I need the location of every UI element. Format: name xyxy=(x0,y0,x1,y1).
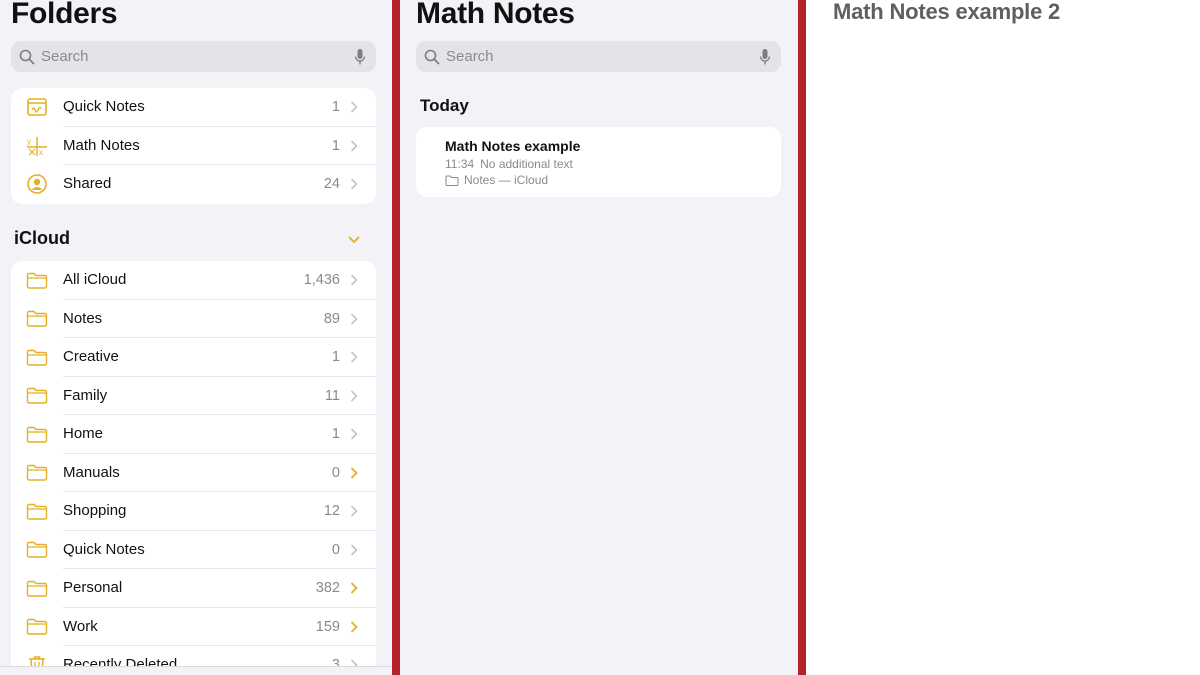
folder-count: 24 xyxy=(323,176,340,193)
folder-label: Creative xyxy=(63,338,376,377)
chevron-right-icon xyxy=(350,428,358,440)
folder-count: 1,436 xyxy=(303,272,340,289)
note-location-label: Notes — iCloud xyxy=(464,173,549,187)
notes-search-input[interactable]: Search xyxy=(416,41,781,72)
notes-list-pane: Math Notes Search Today Math Notes examp… xyxy=(400,0,798,675)
svg-text:x: x xyxy=(39,148,43,157)
folder-row-creative[interactable]: Creative 1 xyxy=(11,338,376,377)
folder-count: 1 xyxy=(331,137,340,154)
folder-icon xyxy=(26,503,48,520)
folder-icon xyxy=(26,311,48,327)
folder-row-math-notes[interactable]: y x Math Notes 1 xyxy=(11,127,376,165)
folder-count: 1 xyxy=(331,349,340,366)
quick-notes-icon xyxy=(27,98,47,117)
chevron-right-icon[interactable] xyxy=(350,620,358,633)
folder-icon xyxy=(26,349,48,366)
folder-icon xyxy=(26,580,48,597)
folder-icon xyxy=(26,388,48,404)
folders-search-placeholder: Search xyxy=(41,48,89,65)
folder-count: 159 xyxy=(315,618,340,635)
notes-section-header: Today xyxy=(420,96,469,115)
folder-row-home[interactable]: Home 1 xyxy=(11,415,376,454)
note-list-item[interactable]: Math Notes example 11:34 No additional te… xyxy=(416,127,781,197)
folder-label: Manuals xyxy=(63,454,376,492)
folder-count: 12 xyxy=(323,503,340,520)
chevron-right-icon xyxy=(350,139,358,152)
folder-label: Home xyxy=(63,415,376,454)
pane-divider-left xyxy=(392,0,400,675)
icloud-section-header[interactable]: iCloud xyxy=(14,228,70,249)
smart-folders-list: Quick Notes 1 y x Math Notes 1 Shared 24 xyxy=(11,88,376,204)
note-meta: 11:34 No additional text xyxy=(445,157,573,171)
folder-count: 382 xyxy=(315,580,340,597)
note-editor-pane[interactable]: Math Notes example 2 xyxy=(806,0,1200,675)
chevron-right-icon xyxy=(350,351,358,363)
note-location: Notes — iCloud xyxy=(445,173,548,187)
sidebar-bottom-toolbar xyxy=(0,666,392,675)
folder-count: 11 xyxy=(324,387,340,404)
chevron-right-icon xyxy=(350,389,358,402)
icloud-folders-list: All iCloud 1,436 Notes 89 Creative 1 Fam… xyxy=(11,261,376,675)
folder-icon xyxy=(26,542,48,558)
folder-label: Quick Notes xyxy=(63,531,376,569)
folder-icon xyxy=(26,272,48,289)
microphone-icon[interactable] xyxy=(354,48,366,66)
shared-person-icon xyxy=(27,174,47,195)
folder-icon xyxy=(445,175,459,186)
folder-row-manuals[interactable]: Manuals 0 xyxy=(11,454,376,492)
folder-count: 0 xyxy=(331,464,340,481)
folders-title: Folders xyxy=(11,0,118,30)
chevron-right-icon xyxy=(350,543,358,556)
folder-icon xyxy=(26,465,48,481)
folder-count: 0 xyxy=(331,541,340,558)
folder-row-shared[interactable]: Shared 24 xyxy=(11,165,376,204)
notes-list-title: Math Notes xyxy=(416,0,575,30)
folder-icon xyxy=(26,619,48,635)
folder-row-shopping[interactable]: Shopping 12 xyxy=(11,492,376,531)
svg-text:y: y xyxy=(27,137,31,146)
folder-row-quick-notes[interactable]: Quick Notes 1 xyxy=(11,88,376,127)
note-editor-title[interactable]: Math Notes example 2 xyxy=(833,0,1060,25)
folder-count: 89 xyxy=(323,310,340,327)
search-icon xyxy=(424,49,440,64)
chevron-down-icon[interactable] xyxy=(347,235,361,245)
note-title: Math Notes example xyxy=(445,138,581,154)
chevron-right-icon xyxy=(350,274,358,286)
chevron-right-icon[interactable] xyxy=(350,466,358,479)
pane-divider-right xyxy=(798,0,806,675)
folder-row-all-icloud[interactable]: All iCloud 1,436 xyxy=(11,261,376,300)
folder-count: 1 xyxy=(331,99,340,116)
chevron-right-icon[interactable] xyxy=(350,582,358,594)
math-notes-icon: y x xyxy=(27,136,47,157)
chevron-right-icon xyxy=(350,505,358,517)
folder-count: 1 xyxy=(331,426,340,443)
folder-row-personal[interactable]: Personal 382 xyxy=(11,569,376,608)
folder-row-work[interactable]: Work 159 xyxy=(11,608,376,646)
folder-row-notes[interactable]: Notes 89 xyxy=(11,300,376,338)
chevron-right-icon xyxy=(350,101,358,113)
folders-search-input[interactable]: Search xyxy=(11,41,376,72)
folder-label: Quick Notes xyxy=(63,88,376,127)
notes-search-placeholder: Search xyxy=(446,48,494,65)
folder-label: Math Notes xyxy=(63,127,376,165)
note-time: 11:34 xyxy=(445,157,475,171)
folder-icon xyxy=(26,426,48,443)
folder-row-family[interactable]: Family 11 xyxy=(11,377,376,415)
search-icon xyxy=(19,49,35,64)
chevron-right-icon xyxy=(350,178,358,190)
note-preview: No additional text xyxy=(480,157,573,171)
folder-row-quick-notes-folder[interactable]: Quick Notes 0 xyxy=(11,531,376,569)
folders-sidebar: Folders Search Quick Notes 1 y x Math No… xyxy=(0,0,392,675)
microphone-icon[interactable] xyxy=(759,48,771,66)
chevron-right-icon xyxy=(350,312,358,325)
